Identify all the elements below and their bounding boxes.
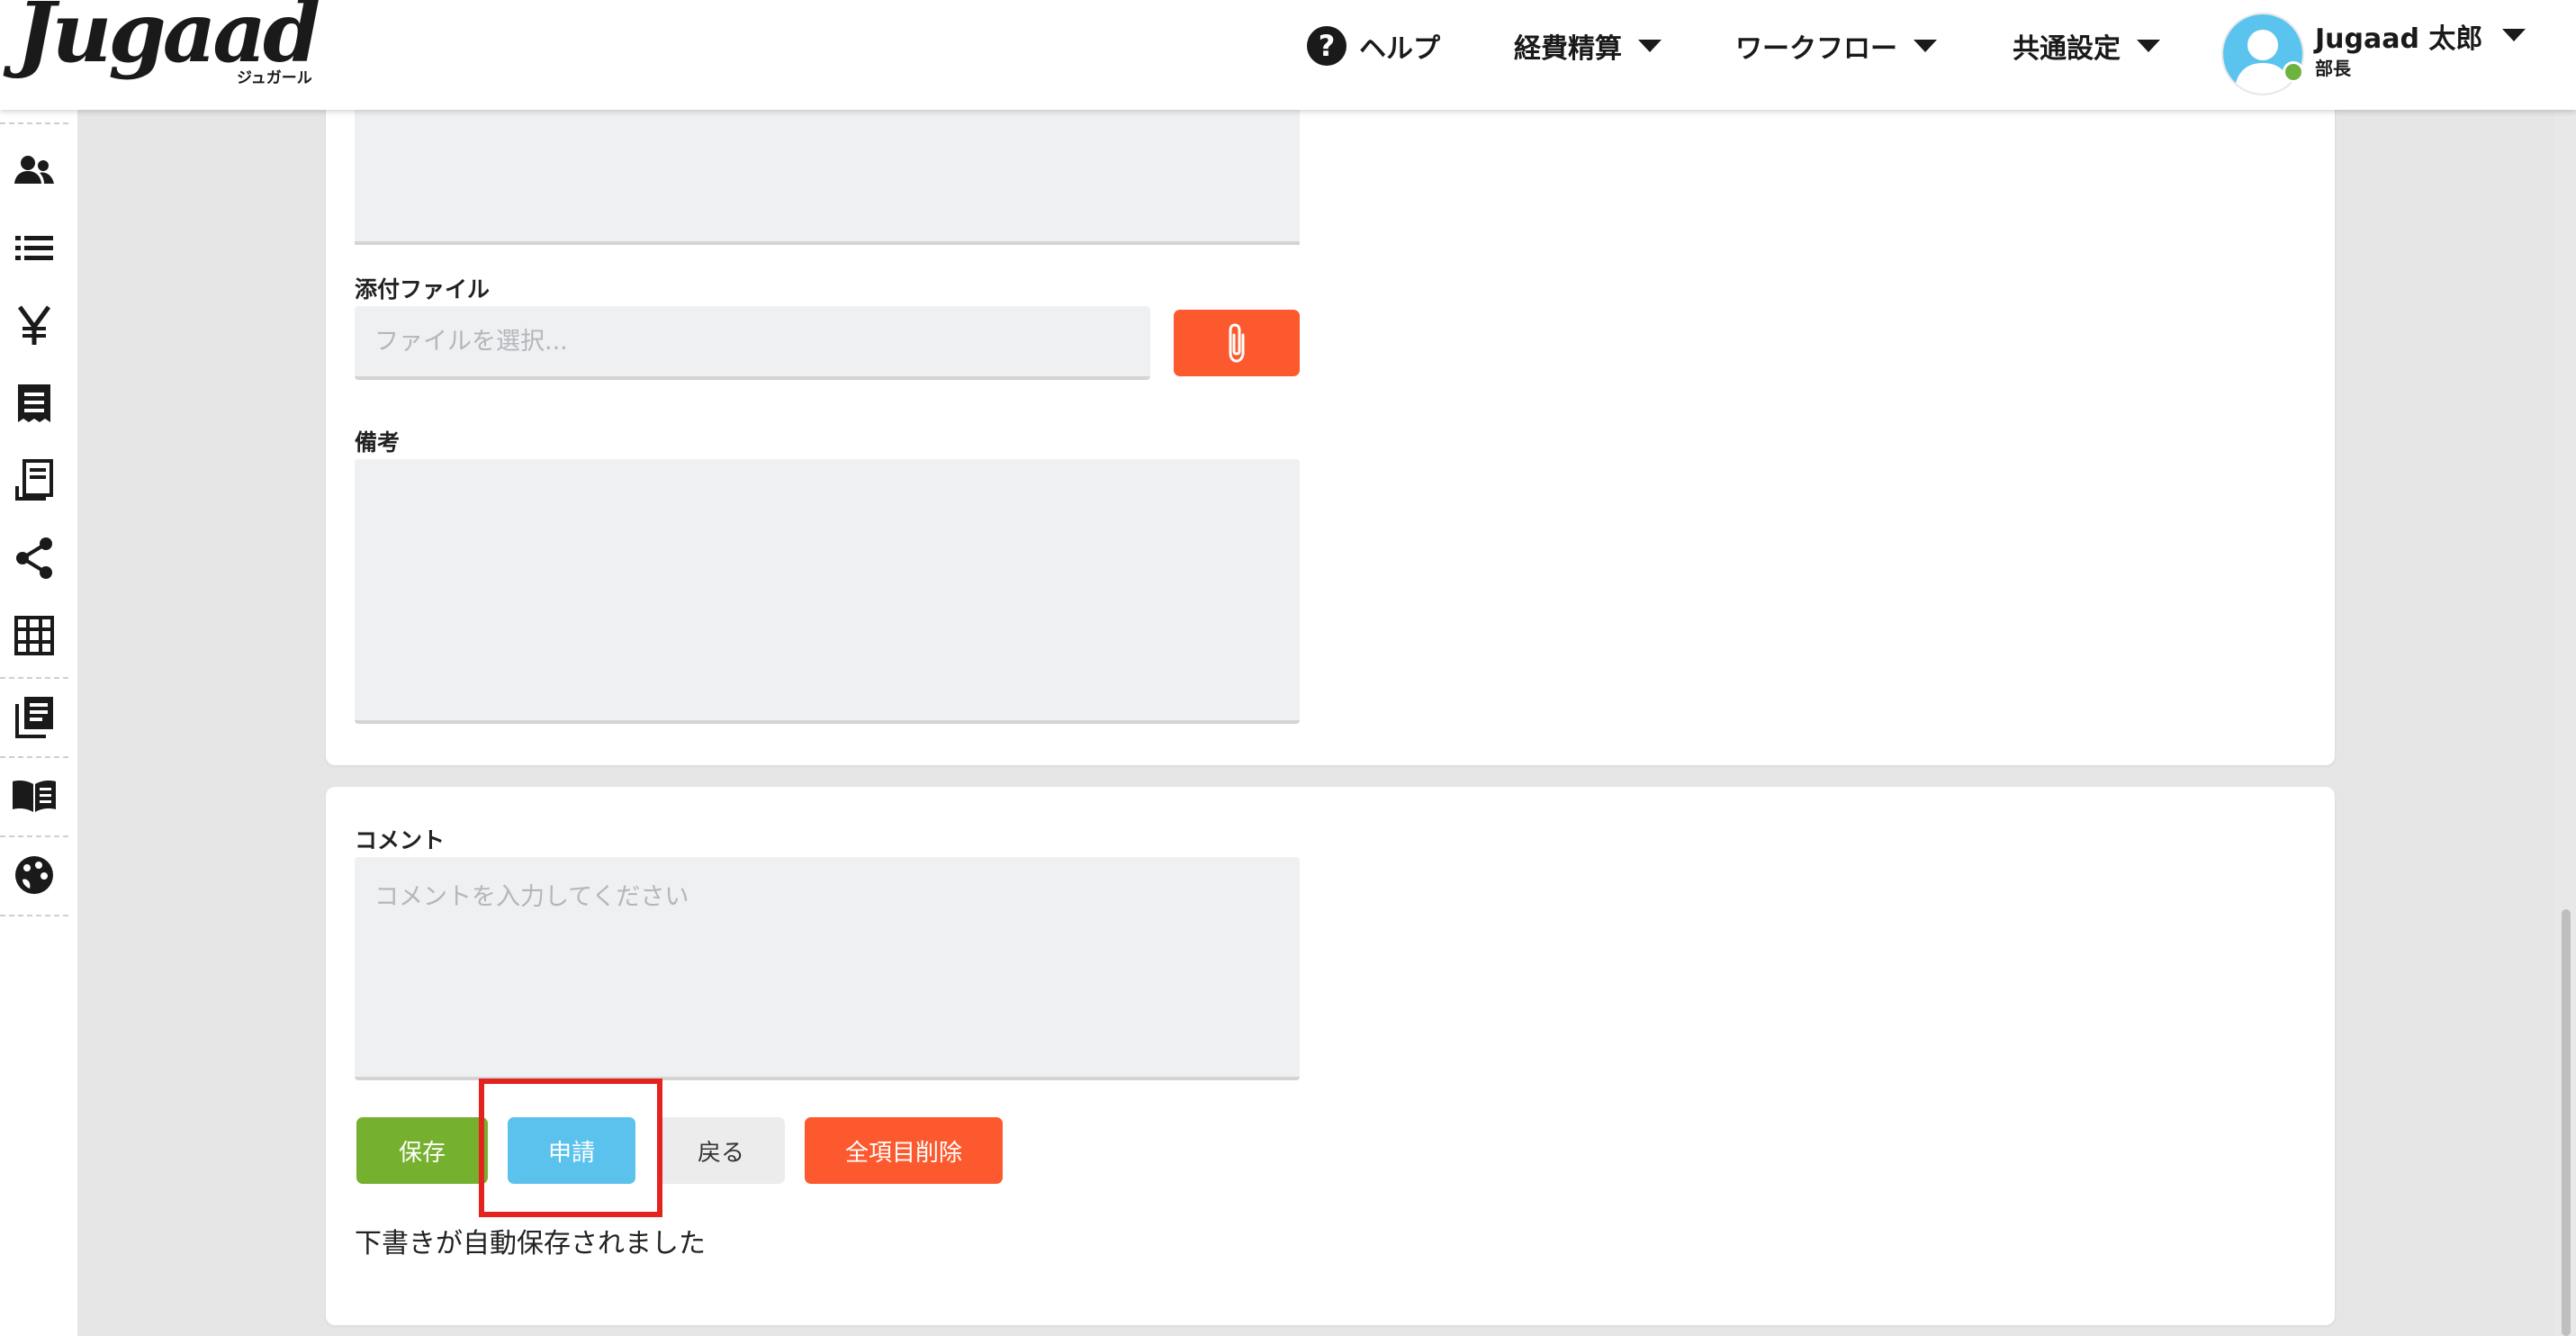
sidebar-divider: [0, 122, 68, 124]
nav-settings-dropdown[interactable]: 共通設定: [2013, 23, 2160, 68]
question-circle-icon: ?: [1307, 26, 1347, 66]
nav-help-label: ヘルプ: [1359, 33, 1440, 65]
clear-all-button[interactable]: 全項目削除: [805, 1117, 1003, 1184]
save-button[interactable]: 保存: [356, 1117, 488, 1184]
form-card: 添付ファイル 備考: [326, 90, 2335, 765]
online-status-dot: [2283, 61, 2304, 83]
receipt-icon: [18, 384, 50, 422]
user-role: 部長: [2315, 58, 2351, 79]
attachment-file-input[interactable]: [355, 306, 1150, 380]
share-icon: [16, 537, 52, 579]
autosave-message: 下書きが自動保存されました: [355, 1228, 706, 1259]
sidebar-manual[interactable]: [0, 758, 68, 834]
attachment-label: 添付ファイル: [355, 276, 491, 302]
sidebar-invoice[interactable]: [0, 443, 68, 519]
sidebar: [0, 110, 77, 1336]
nav-expense-label: 経費精算: [1514, 33, 1622, 65]
nav-workflow-label: ワークフロー: [1735, 33, 1897, 65]
logo-subtitle: ジュガール: [237, 69, 312, 87]
attach-file-button[interactable]: [1174, 310, 1300, 376]
caret-down-icon: [1914, 40, 1937, 52]
user-name[interactable]: Jugaad 太郎: [2315, 16, 2482, 56]
invoice-icon: [15, 459, 53, 501]
comment-textarea[interactable]: [355, 857, 1300, 1080]
sidebar-library[interactable]: [0, 679, 68, 754]
scrollbar-thumb[interactable]: [2562, 909, 2571, 1336]
nav-settings-label: 共通設定: [2013, 33, 2121, 65]
users-icon: [14, 156, 54, 184]
paperclip-icon: [1229, 323, 1245, 363]
previous-field-textarea[interactable]: [355, 90, 1300, 245]
sidebar-share[interactable]: [0, 520, 68, 596]
sidebar-expense[interactable]: [0, 288, 68, 364]
book-icon: [13, 781, 56, 812]
nav-workflow-dropdown[interactable]: ワークフロー: [1735, 23, 1937, 68]
nav-help[interactable]: ? ヘルプ: [1307, 23, 1440, 68]
sidebar-divider: [0, 915, 68, 916]
comment-label: コメント: [355, 827, 446, 853]
caret-down-icon: [1638, 40, 1662, 52]
caret-down-icon: [2137, 40, 2160, 52]
sidebar-receipt[interactable]: [0, 366, 68, 441]
grid-icon: [14, 616, 54, 655]
yen-icon: [17, 305, 51, 345]
top-header: Jugaad ジュガール ? ヘルプ 経費精算 ワークフロー 共通設定 Juga…: [0, 0, 2576, 110]
palette-icon: [15, 856, 53, 894]
nav-expense-dropdown[interactable]: 経費精算: [1514, 23, 1662, 68]
remarks-label: 備考: [355, 429, 401, 456]
sidebar-list[interactable]: [0, 211, 68, 286]
back-button[interactable]: 戻る: [657, 1117, 785, 1184]
sidebar-theme[interactable]: [0, 837, 68, 913]
user-menu-caret-icon[interactable]: [2502, 29, 2526, 41]
sidebar-table[interactable]: [0, 598, 68, 673]
user-avatar[interactable]: [2221, 13, 2304, 95]
library-icon: [15, 697, 53, 738]
jugaad-logo[interactable]: Jugaad ジュガール: [16, 0, 322, 90]
apply-button[interactable]: 申請: [508, 1117, 635, 1184]
list-icon: [15, 236, 53, 260]
sidebar-users[interactable]: [0, 133, 68, 209]
remarks-textarea[interactable]: [355, 459, 1300, 724]
